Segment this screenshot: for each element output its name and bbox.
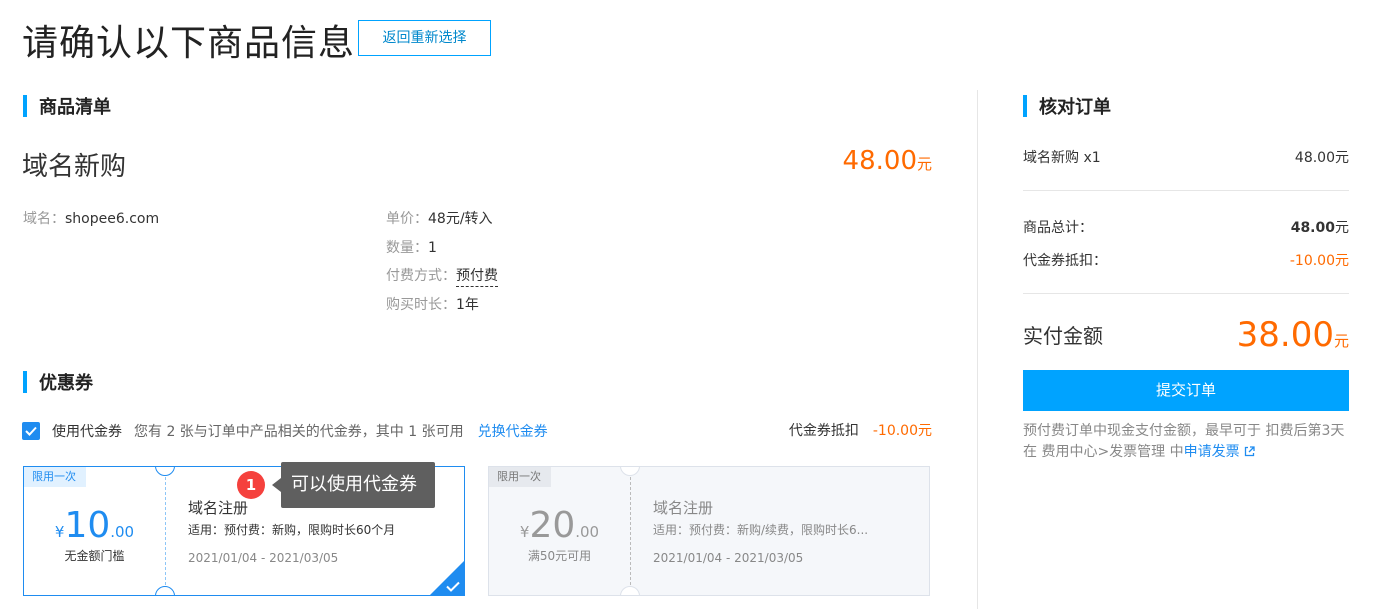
external-link-icon <box>1244 446 1255 457</box>
pay-amount-label: 实付金额 <box>1023 324 1103 348</box>
coupon-divider <box>630 477 631 585</box>
coupon-amount: ¥10.00 <box>24 505 165 546</box>
duration-label: 购买时长： <box>386 297 456 313</box>
apply-invoice-link-label[interactable]: 申请发票 <box>1184 444 1240 460</box>
coupon-amount-dec: .00 <box>575 523 600 541</box>
exchange-coupon-link[interactable]: 兑换代金券 <box>478 421 548 441</box>
use-coupon-checkbox[interactable] <box>22 422 40 440</box>
order-divider <box>1023 190 1349 191</box>
check-icon <box>25 426 37 436</box>
order-divider <box>1023 293 1349 294</box>
order-item-label: 域名新购 x1 <box>1023 150 1101 166</box>
coupon-value-area: ¥10.00 无金额门槛 <box>24 467 165 595</box>
selected-check-icon <box>446 581 460 592</box>
order-total-value: 48.00元 <box>1291 217 1349 237</box>
quantity-row: 数量：1 <box>386 237 437 257</box>
coupon-name: 域名注册 <box>653 499 714 517</box>
domain-label: 域名： <box>23 211 65 227</box>
step-badge: 1 <box>237 471 265 499</box>
pay-amount: 38.00元 <box>1237 315 1349 355</box>
order-total-label: 商品总计： <box>1023 220 1093 236</box>
coupon-tooltip: 1 可以使用代金券 <box>237 462 435 508</box>
coupon-amount-int: 20 <box>529 505 576 546</box>
pay-method-row: 付费方式：预付费 <box>386 265 498 287</box>
coupon-condition: 满50元可用 <box>527 549 592 563</box>
coupon-notch-bottom <box>620 586 640 595</box>
coupon-condition: 无金额门槛 <box>64 549 125 563</box>
page-title: 请确认以下商品信息 <box>22 23 356 64</box>
order-coupon-label: 代金券抵扣： <box>1023 253 1107 269</box>
currency-symbol: ¥ <box>54 523 65 541</box>
duration-value: 1年 <box>456 297 479 313</box>
invoice-note: 预付费订单中现金支付金额，最早可于 扣费后第3天 在 费用中心>发票管理 中申请… <box>1023 421 1349 463</box>
unit-price-value: 48元/转入 <box>428 211 493 227</box>
coupon-card-disabled: 限用一次 ¥20.00 满50元可用 域名注册 适用：预付费：新购/续费，限购时… <box>488 466 930 596</box>
pay-amount-unit: 元 <box>1333 332 1349 350</box>
coupon-amount-int: 10 <box>64 505 111 546</box>
coupon-availability-text: 您有 2 张与订单中产品相关的代金券，其中 1 张可用 <box>134 424 464 440</box>
pay-method-value[interactable]: 预付费 <box>456 268 498 287</box>
currency-symbol: ¥ <box>519 523 530 541</box>
coupon-deduct-label: 代金券抵扣 <box>788 423 859 439</box>
goods-section-title: 商品清单 <box>23 93 111 119</box>
order-total-unit: 元 <box>1335 220 1349 236</box>
order-item-value: 48.00元 <box>1294 150 1349 166</box>
coupon-deduct-value: -10.00元 <box>872 423 932 439</box>
order-coupon-value: -10.00元 <box>1289 253 1349 269</box>
quantity-label: 数量： <box>386 240 428 256</box>
coupon-date: 2021/01/04 - 2021/03/05 <box>188 551 339 565</box>
coupon-notch-bottom <box>155 586 175 595</box>
domain-value: shopee6.com <box>65 211 160 227</box>
tooltip-arrow <box>272 478 281 492</box>
product-price-value: 48.00 <box>842 146 917 176</box>
coupon-value-area: ¥20.00 满50元可用 <box>489 467 630 595</box>
quantity-value: 1 <box>428 240 437 256</box>
tooltip-text: 可以使用代金券 <box>281 462 435 508</box>
duration-row: 购买时长：1年 <box>386 294 479 314</box>
coupon-scope: 适用：预付费：新购/续费，限购时长6... <box>653 523 869 537</box>
column-divider <box>977 90 978 609</box>
unit-price-label: 单价： <box>386 211 428 227</box>
apply-invoice-link[interactable]: 申请发票 <box>1184 444 1255 460</box>
pay-amount-value: 38.00 <box>1236 315 1334 355</box>
order-total-number: 48.00 <box>1290 220 1335 236</box>
unit-price-row: 单价：48元/转入 <box>386 208 493 228</box>
domain-row: 域名：shopee6.com <box>23 208 159 228</box>
submit-order-button[interactable]: 提交订单 <box>1023 370 1349 411</box>
coupon-scope: 适用：预付费：新购，限购时长60个月 <box>188 523 396 537</box>
coupon-section-title: 优惠券 <box>23 369 93 395</box>
order-coupon-row: 代金券抵扣： -10.00元 <box>1023 250 1349 270</box>
back-reselect-button[interactable]: 返回重新选择 <box>358 20 491 56</box>
order-item-row: 域名新购 x1 48.00元 <box>1023 147 1349 167</box>
coupon-divider <box>165 477 166 585</box>
coupon-amount: ¥20.00 <box>489 505 630 546</box>
use-coupon-label[interactable]: 使用代金券 <box>52 421 122 441</box>
pay-method-label: 付费方式： <box>386 268 456 284</box>
coupon-amount-dec: .00 <box>110 523 135 541</box>
use-coupon-row: 使用代金券 您有 2 张与订单中产品相关的代金券，其中 1 张可用 兑换代金券 <box>22 420 548 442</box>
product-price-unit: 元 <box>916 155 932 173</box>
coupon-deduct-summary: 代金券抵扣 -10.00元 <box>789 420 932 440</box>
order-total-row: 商品总计： 48.00元 <box>1023 217 1349 237</box>
product-price: 48.00元 <box>843 146 932 176</box>
product-name: 域名新购 <box>22 152 127 182</box>
coupon-date: 2021/01/04 - 2021/03/05 <box>653 551 804 565</box>
order-section-title: 核对订单 <box>1023 93 1111 119</box>
